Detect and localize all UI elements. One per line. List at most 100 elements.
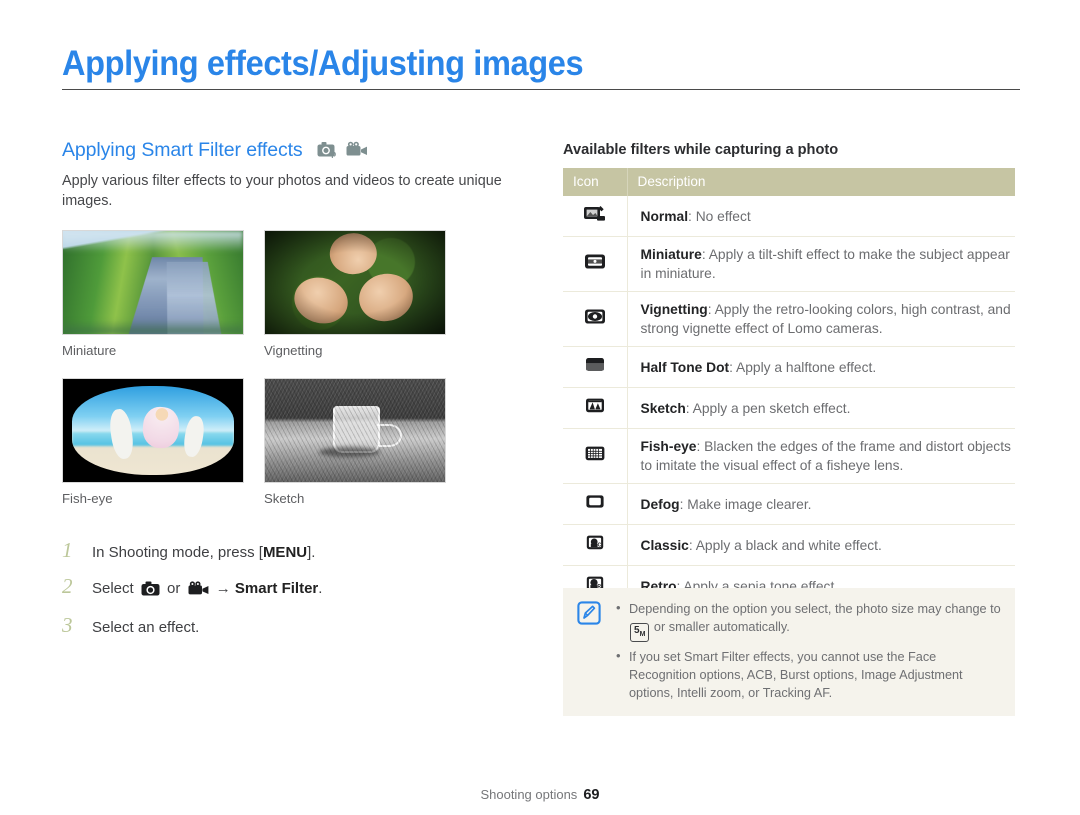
sample-cell-fisheye: Fish-eye: [62, 378, 244, 506]
note-list: Depending on the option you select, the …: [615, 599, 1001, 702]
table-cell-description: Normal: No effect: [627, 196, 1015, 238]
sample-image-sketch: [264, 378, 446, 483]
step-item: 1 In Shooting mode, press [MENU].: [62, 540, 532, 563]
footer-page-number: 69: [583, 787, 600, 803]
note-item: If you set Smart Filter effects, you can…: [615, 647, 1001, 702]
table-cell-description: Vignetting: Apply the retro-looking colo…: [627, 291, 1015, 348]
sample-image-fish-eye: [62, 378, 244, 483]
table-header-row: Icon Description: [563, 168, 1015, 196]
filter-description: : Apply a black and white effect.: [688, 537, 882, 553]
step-text-pre: Select an effect.: [92, 618, 200, 636]
table-row: C Classic: Apply a black and white effec…: [563, 524, 1015, 567]
step-text-arrow: →: [211, 579, 235, 597]
section-heading-row: Applying Smart Filter effects p: [62, 138, 532, 163]
step-number: 2: [62, 573, 73, 598]
filter-description: : Apply a pen sketch effect.: [685, 400, 851, 416]
filter-name: Normal: [640, 208, 689, 224]
camera-p-icon: p: [317, 141, 339, 163]
filter-name: Fish-eye: [640, 439, 697, 455]
normal-filter-icon: [563, 196, 628, 238]
sample-caption: Fish-eye: [62, 491, 113, 506]
note-item: Depending on the option you select, the …: [615, 599, 1001, 643]
note-text-pre: Depending on the option you select, the …: [629, 602, 1001, 616]
sample-image-miniature: [62, 230, 244, 335]
left-column: Applying Smart Filter effects p Apply va…: [62, 138, 532, 212]
halftone-dot-filter-icon: [563, 346, 628, 389]
sample-row-2: Fish-eye Sketch: [62, 378, 447, 506]
camera-icon: [141, 581, 160, 602]
table-row: Half Tone Dot: Apply a halftone effect.: [563, 346, 1015, 389]
table-header-description: Description: [627, 168, 1015, 196]
steps-list: 1 In Shooting mode, press [MENU]. 2 Sele…: [62, 540, 532, 650]
step-item: 2 Select or → Smart Filter.: [62, 573, 532, 602]
step-text-bold: Smart Filter: [234, 579, 319, 597]
step-item: 3 Select an effect.: [62, 612, 532, 638]
filter-description: : Blacken the edges of the frame and dis…: [640, 439, 1011, 474]
sample-caption: Vignetting: [264, 343, 323, 358]
table-row: Miniature: Apply a tilt-shift effect to …: [563, 236, 1015, 293]
footer-section-label: Shooting options: [480, 787, 578, 802]
step-text-post: .: [318, 579, 323, 597]
note-pen-icon: [577, 600, 603, 702]
sample-image-grid: Miniature Vignetting Fish-eye Sketch: [62, 230, 447, 506]
filter-name: Miniature: [640, 247, 702, 263]
fish-eye-filter-icon: [563, 428, 628, 485]
filter-table-title: Available filters while capturing a phot…: [563, 142, 839, 158]
filter-description: : Apply a halftone effect.: [729, 359, 877, 375]
section-lead-text: Apply various filter effects to your pho…: [62, 173, 502, 209]
sample-row-1: Miniature Vignetting: [62, 230, 447, 358]
table-row: Fish-eye: Blacken the edges of the frame…: [563, 428, 1015, 485]
table-row: Sketch: Apply a pen sketch effect.: [563, 387, 1015, 430]
page-footer: Shooting options 69: [0, 786, 1080, 804]
step-text-bold: MENU: [262, 544, 308, 561]
right-column: Available filters while capturing a phot…: [563, 142, 1015, 649]
svg-text:p: p: [331, 150, 336, 158]
page-title: Applying effects/Adjusting images: [62, 44, 584, 83]
filter-name: Sketch: [640, 400, 686, 416]
table-cell-description: Fish-eye: Blacken the edges of the frame…: [627, 428, 1015, 485]
step-text: Select an effect.: [92, 619, 199, 638]
filter-name: Vignetting: [640, 302, 708, 318]
movie-camera-icon: [346, 141, 368, 163]
table-row: Vignetting: Apply the retro-looking colo…: [563, 291, 1015, 348]
table-header-icon: Icon: [563, 168, 628, 196]
movie-camera-icon: [188, 581, 209, 602]
step-text: In Shooting mode, press [MENU].: [92, 544, 315, 563]
filter-name: Defog: [640, 496, 680, 512]
filter-name: Half Tone Dot: [640, 359, 730, 375]
sample-cell-vignetting: Vignetting: [264, 230, 446, 358]
note-text-pre: If you set Smart Filter effects, you can…: [629, 650, 963, 701]
defog-filter-icon: [563, 483, 628, 526]
section-heading: Applying Smart Filter effects: [62, 139, 303, 161]
sample-cell-miniature: Miniature: [62, 230, 244, 358]
table-cell-description: Half Tone Dot: Apply a halftone effect.: [627, 346, 1015, 389]
page-header: Applying effects/Adjusting images: [62, 44, 1020, 90]
step-text-pre: In Shooting mode, press [: [92, 544, 263, 561]
step-text-post: ].: [307, 544, 316, 561]
sample-caption: Miniature: [62, 343, 117, 358]
filter-table: Icon Description Normal: No effect Minia…: [563, 168, 1015, 649]
step-text: Select or → Smart Filter.: [92, 580, 322, 602]
svg-text:C: C: [597, 543, 601, 549]
filter-description: : Make image clearer.: [679, 496, 812, 512]
miniature-filter-icon: [563, 236, 628, 293]
table-cell-description: Defog: Make image clearer.: [627, 483, 1015, 526]
step-number: 1: [62, 538, 73, 562]
table-cell-description: Classic: Apply a black and white effect.: [627, 524, 1015, 567]
vignetting-filter-icon: [563, 291, 628, 348]
filter-description: : No effect: [688, 208, 751, 224]
note-text-post: or smaller automatically.: [650, 620, 790, 635]
table-cell-description: Sketch: Apply a pen sketch effect.: [627, 387, 1015, 430]
table-row: Normal: No effect: [563, 196, 1015, 238]
sketch-filter-icon: [563, 387, 628, 430]
sample-image-vignetting: [264, 230, 446, 335]
mode-icons-group: p: [317, 138, 368, 163]
table-row: Defog: Make image clearer.: [563, 483, 1015, 526]
step-number: 3: [62, 612, 73, 637]
photo-size-badge: 5M: [630, 623, 650, 643]
step-text-pre: Select: [92, 579, 138, 597]
note-box: Depending on the option you select, the …: [563, 588, 1015, 717]
classic-filter-icon: C: [563, 524, 628, 567]
filter-name: Classic: [640, 537, 689, 553]
sample-caption: Sketch: [264, 491, 305, 506]
